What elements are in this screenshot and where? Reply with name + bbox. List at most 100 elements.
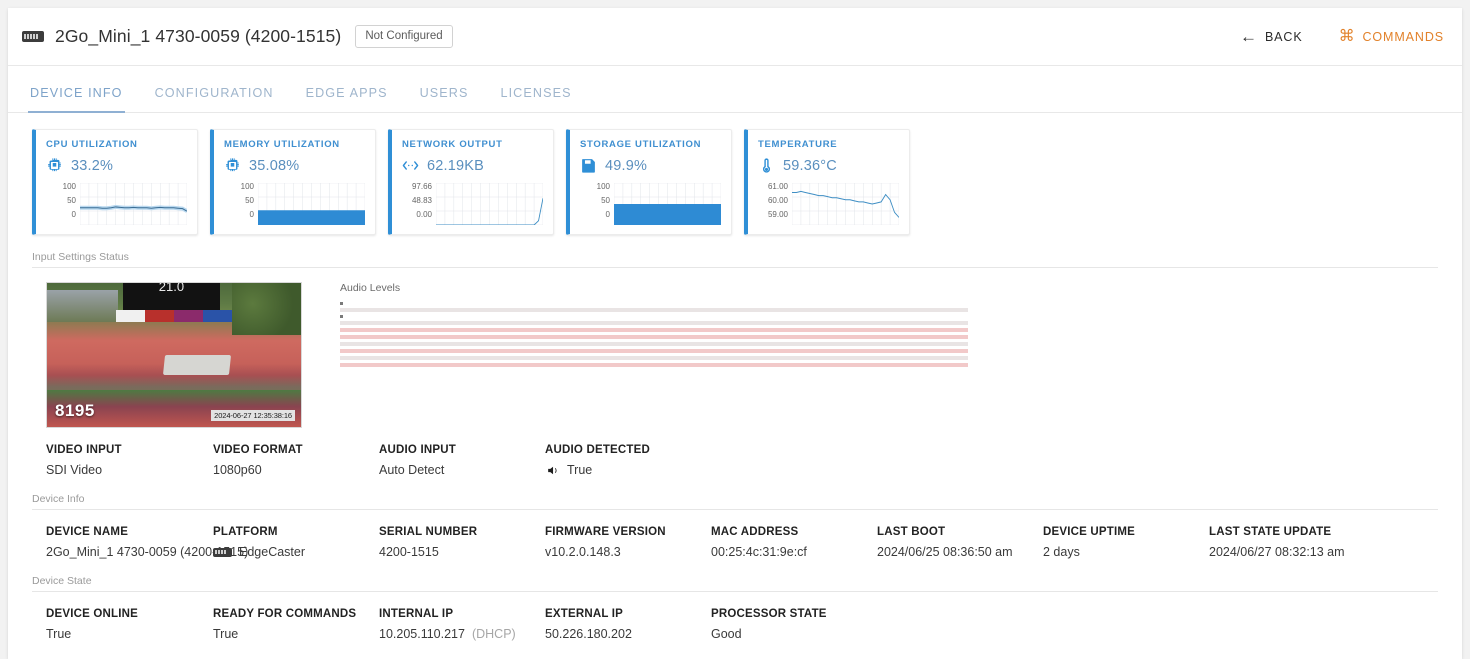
video-high-jump-mat — [162, 355, 231, 376]
sparkline-axis: 61.00 60.00 59.00 — [758, 183, 792, 225]
input-settings-row: 21.0 8195 2024-06-27 12:35:38:16 Audio L… — [8, 268, 1462, 428]
sparkline-plot — [614, 183, 721, 225]
field-label: VIDEO FORMAT — [213, 444, 303, 456]
commands-button-label: COMMANDS — [1362, 29, 1444, 44]
video-banner-ads — [115, 310, 233, 322]
tab-edge-apps[interactable]: EDGE APPS — [290, 86, 404, 112]
field-ready-for-commands: READY FOR COMMANDS True — [213, 608, 379, 641]
field-value: Good — [711, 627, 742, 641]
input-settings-section-header: Input Settings Status — [32, 251, 1438, 268]
metric-card-value-row: 35.08% — [224, 157, 365, 174]
field-value-row: 10.205.110.217 (DHCP) — [379, 627, 545, 641]
axis-tick: 97.66 — [411, 182, 432, 191]
axis-tick: 0 — [249, 210, 254, 219]
field-value: True — [567, 463, 593, 477]
sparkline-axis: 100 50 0 — [580, 183, 614, 225]
commands-button[interactable]: ⌘ COMMANDS — [1338, 27, 1444, 45]
field-value: 2 days — [1043, 545, 1080, 559]
tab-configuration[interactable]: CONFIGURATION — [139, 86, 290, 112]
field-device-uptime: DEVICE UPTIME 2 days — [1043, 526, 1209, 559]
metric-card-value: 62.19KB — [427, 157, 485, 174]
sparkline-plot — [436, 183, 543, 225]
sparkline-plot — [80, 183, 187, 225]
video-preview-thumbnail[interactable]: 21.0 8195 2024-06-27 12:35:38:16 — [46, 282, 302, 428]
axis-tick: 50 — [601, 196, 610, 205]
axis-tick: 60.00 — [767, 196, 788, 205]
tab-licenses[interactable]: LICENSES — [484, 86, 587, 112]
audio-meter-tick — [340, 302, 343, 305]
field-firmware-version: FIRMWARE VERSION v10.2.0.148.3 — [545, 526, 711, 559]
field-value-row: True — [545, 463, 650, 477]
sparkline-svg — [258, 183, 365, 225]
field-mac-address: MAC ADDRESS 00:25:4c:31:9e:cf — [711, 526, 877, 559]
video-trees — [232, 283, 301, 335]
ad-panel — [144, 310, 174, 322]
metric-card-value: 49.9% — [605, 157, 648, 174]
field-processor-state: PROCESSOR STATE Good — [711, 608, 827, 641]
ad-panel — [115, 310, 145, 322]
video-overlay-timestamp: 2024-06-27 12:35:38:16 — [211, 410, 295, 421]
video-parking-area — [47, 290, 119, 322]
metric-card-title: NETWORK OUTPUT — [402, 139, 503, 150]
metric-card-title: STORAGE UTILIZATION — [580, 139, 702, 150]
metric-card-temperature[interactable]: TEMPERATURE 59.36°C 61.00 60.00 59.00 — [744, 129, 910, 235]
back-button[interactable]: ← BACK — [1240, 28, 1303, 45]
tab-users[interactable]: USERS — [404, 86, 485, 112]
field-label: PROCESSOR STATE — [711, 608, 827, 620]
sparkline-axis: 100 50 0 — [224, 183, 258, 225]
video-scoreboard-value: 21.0 — [158, 282, 185, 294]
metric-card-value-row: 33.2% — [46, 157, 187, 174]
audio-levels-label: Audio Levels — [340, 282, 401, 294]
device-state-section-header: Device State — [32, 575, 1438, 592]
sparkline-svg — [792, 183, 899, 225]
page-header: 2Go_Mini_1 4730-0059 (4200-1515) Not Con… — [8, 8, 1462, 66]
field-value: 1080p60 — [213, 463, 262, 477]
field-label: MAC ADDRESS — [711, 526, 799, 538]
audio-meter-bar — [340, 356, 968, 360]
field-video-input: VIDEO INPUT SDI Video — [46, 444, 213, 477]
sparkline-grid — [436, 183, 543, 225]
field-device-name: DEVICE NAME 2Go_Mini_1 4730-0059 (4200-1… — [46, 526, 249, 559]
field-value: 2Go_Mini_1 4730-0059 (4200-1515) — [46, 545, 249, 559]
back-button-label: BACK — [1264, 29, 1303, 44]
device-info-section-header: Device Info — [32, 493, 1438, 510]
metric-card-memory-utilization[interactable]: MEMORY UTILIZATION 35.08% 100 50 0 — [210, 129, 376, 235]
axis-tick: 100 — [240, 182, 254, 191]
axis-tick: 0 — [605, 210, 610, 219]
sparkline-axis: 100 50 0 — [46, 183, 80, 225]
tab-device-info[interactable]: DEVICE INFO — [14, 86, 139, 113]
platform-icon — [213, 547, 232, 557]
page-title: 2Go_Mini_1 4730-0059 (4200-1515) — [55, 26, 342, 46]
audio-meter-bar — [340, 321, 968, 325]
video-scoreboard: 21.0 — [123, 282, 220, 311]
field-last-boot: LAST BOOT 2024/06/25 08:36:50 am — [877, 526, 1043, 559]
metric-card-storage-utilization[interactable]: STORAGE UTILIZATION 49.9% 100 50 0 — [566, 129, 732, 235]
sparkline-plot — [258, 183, 365, 225]
command-icon: ⌘ — [1338, 27, 1356, 45]
tab-bar: DEVICE INFO CONFIGURATION EDGE APPS USER… — [8, 66, 1462, 113]
network-transfer-icon — [402, 161, 419, 170]
metric-card-title: CPU UTILIZATION — [46, 139, 138, 150]
audio-meter-bar — [340, 308, 968, 312]
device-icon — [22, 31, 44, 42]
field-value: 2024/06/25 08:36:50 am — [877, 545, 1013, 559]
metric-card-value: 35.08% — [249, 157, 300, 174]
section-label: Input Settings Status — [32, 251, 129, 263]
metric-card-value: 33.2% — [71, 157, 114, 174]
audio-meter-bar — [340, 328, 968, 332]
metric-card-network-output[interactable]: NETWORK OUTPUT 62.19KB 97.66 48.83 0.00 — [388, 129, 554, 235]
field-value: SDI Video — [46, 463, 103, 477]
field-last-state-update: LAST STATE UPDATE 2024/06/27 08:32:13 am — [1209, 526, 1345, 559]
metric-card-cpu-utilization[interactable]: CPU UTILIZATION 33.2% 100 50 0 — [32, 129, 198, 235]
sparkline-grid — [792, 183, 899, 225]
input-settings-fields: VIDEO INPUT SDI Video VIDEO FORMAT 1080p… — [8, 428, 1462, 477]
audio-meter-tick — [340, 315, 343, 318]
sparkline-plot — [792, 183, 899, 225]
field-label: PLATFORM — [213, 526, 278, 538]
field-value: 10.205.110.217 — [379, 627, 465, 641]
sparkline-axis: 97.66 48.83 0.00 — [402, 183, 436, 225]
ad-panel — [173, 310, 204, 322]
metric-card-value: 59.36°C — [783, 157, 837, 174]
metric-card-sparkline: 100 50 0 — [46, 183, 187, 225]
field-internal-ip: INTERNAL IP 10.205.110.217 (DHCP) — [379, 608, 545, 641]
